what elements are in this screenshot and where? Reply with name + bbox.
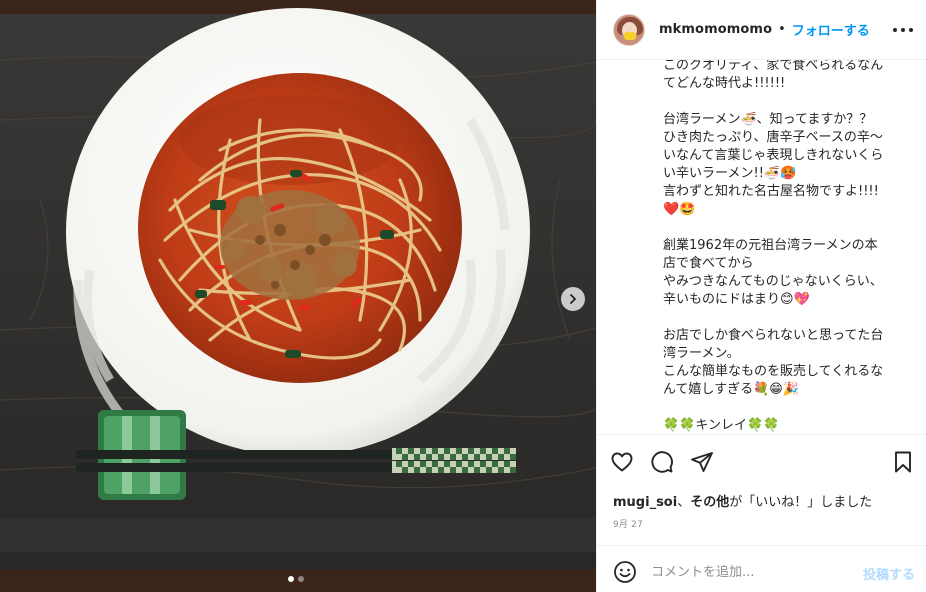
post-photo[interactable]: [0, 0, 596, 592]
send-icon[interactable]: [690, 450, 714, 474]
heart-icon[interactable]: [610, 450, 634, 474]
likes-others-link[interactable]: その他: [690, 495, 729, 510]
post-date[interactable]: 9月 27: [613, 517, 643, 530]
more-options-icon[interactable]: [893, 21, 913, 39]
caption-line: お店でしか食べられないと思ってた台: [663, 328, 884, 343]
comment-icon[interactable]: [650, 450, 674, 474]
caption-paragraph: お店でしか食べられないと思ってた台 湾ラーメン。こんな簡単なものを販売してくれるな…: [663, 327, 913, 399]
likes-mid: 、: [677, 495, 691, 510]
header-separator: •: [778, 22, 786, 37]
bookmark-icon[interactable]: [891, 450, 915, 474]
ramen-photo: [0, 0, 596, 592]
caption-line: 店で食べてから: [663, 256, 754, 271]
post-comment-button[interactable]: 投稿する: [863, 564, 915, 583]
comment-box: 投稿する: [597, 545, 926, 592]
caption-line: 湾ラーメン。: [663, 346, 740, 361]
comment-input[interactable]: [651, 561, 841, 583]
caption-line: このクオリティ、家で食べられるなん: [663, 60, 884, 73]
caption-line: やみつきなんてものじゃないくらい、: [663, 274, 883, 289]
carousel-dot: [298, 576, 304, 582]
caption-paragraph: 創業1962年の元祖台湾ラーメンの本 店で食べてからやみつきなんてものじゃないくら…: [663, 237, 913, 309]
liker-username[interactable]: mugi_soi: [613, 495, 677, 510]
chevron-right-icon: [570, 294, 576, 304]
caption-line: んて嬉しすぎる💐😁🎉: [663, 382, 800, 397]
caption-paragraph: 台湾ラーメン🍜、知ってますか？？ ひき肉たっぷり、唐辛子ベースの辛〜 いなんて言葉じ…: [663, 111, 913, 219]
avatar[interactable]: [613, 13, 645, 46]
likes-summary: mugi_soi、その他が「いいね！」しました: [613, 491, 872, 510]
caption-text: このクオリティ、家で食べられるなん てどんな時代よ!!!!!! 台湾ラーメン🍜、知っ…: [663, 60, 913, 434]
caption-line: ❤️🤩: [663, 202, 696, 217]
post-header: mkmomomomo • フォローする: [597, 0, 926, 60]
username-link[interactable]: mkmomomomo: [659, 22, 772, 37]
likes-suffix: が「いいね！」しました: [729, 495, 873, 510]
caption-line: いなんて言葉じゃ表現しきれないくら: [663, 148, 884, 163]
caption-line: 創業1962年の元祖台湾ラーメンの本: [663, 238, 878, 253]
smile-icon[interactable]: [613, 560, 637, 584]
carousel-dot-active: [288, 576, 294, 582]
carousel-indicator: [288, 576, 304, 582]
caption-line: 辛いものにドはまり😊💖: [663, 292, 810, 307]
caption-line: ひき肉たっぷり、唐辛子ベースの辛〜: [663, 130, 883, 145]
caption-paragraph: このクオリティ、家で食べられるなん てどんな時代よ!!!!!!: [663, 60, 913, 93]
follow-button[interactable]: フォローする: [792, 20, 870, 39]
caption-line: 🍀🍀キンレイ🍀🍀: [663, 418, 780, 433]
post-viewer: mkmomomomo • フォローする このクオリティ、家で食べられるなん てどん…: [0, 0, 926, 592]
caption-line: こんな簡単なものを販売してくれるな: [663, 364, 884, 379]
caption-line: 台湾ラーメン🍜、知ってますか？？: [663, 112, 873, 127]
caption-line: てどんな時代よ!!!!!!: [663, 76, 786, 91]
post-side-panel: mkmomomomo • フォローする このクオリティ、家で食べられるなん てどん…: [596, 0, 926, 592]
post-actions: mugi_soi、その他が「いいね！」しました 9月 27: [597, 434, 926, 530]
carousel-next-button[interactable]: [561, 287, 585, 311]
caption-scroll-area[interactable]: このクオリティ、家で食べられるなん てどんな時代よ!!!!!! 台湾ラーメン🍜、知っ…: [597, 60, 926, 434]
caption-line: 言わずと知れた名古屋名物ですよ!!!!: [663, 184, 879, 199]
caption-paragraph: 🍀🍀キンレイ🍀🍀: [663, 417, 913, 434]
caption-line: い辛いラーメン!!🍜🥵: [663, 166, 797, 181]
